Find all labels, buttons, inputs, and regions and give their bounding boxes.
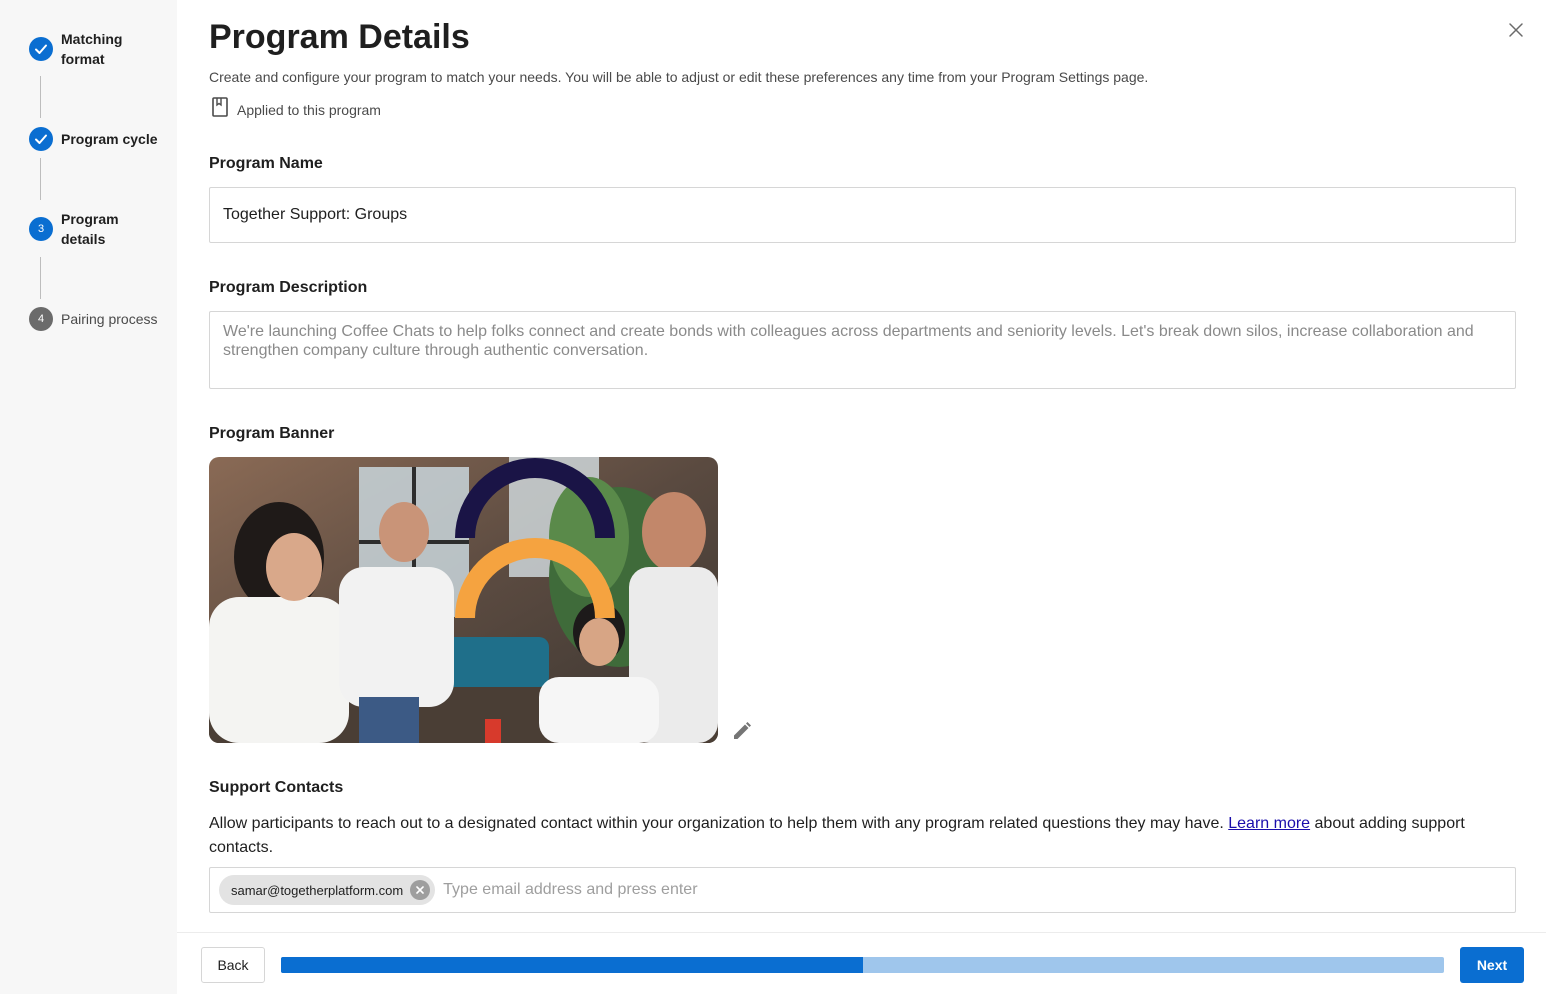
step-connector xyxy=(40,76,41,118)
email-chip-label: samar@togetherplatform.com xyxy=(231,882,404,898)
email-input[interactable] xyxy=(443,881,1044,899)
support-contacts-label: Support Contacts xyxy=(209,779,344,796)
email-chip: samar@togetherplatform.com xyxy=(219,875,436,905)
stepper-sidebar: Matching format Program cycle 3 Program … xyxy=(0,0,177,994)
program-description-label: Program Description xyxy=(209,279,368,296)
step-label: Program cycle xyxy=(61,131,158,147)
step-label: Program details xyxy=(61,211,119,247)
step-connector xyxy=(40,158,41,200)
checkmark-icon xyxy=(29,127,53,151)
step-program-details[interactable]: 3 Program details xyxy=(29,209,131,249)
step-number: 3 xyxy=(29,217,53,241)
step-matching-format[interactable]: Matching format xyxy=(29,29,161,69)
bookmark-icon xyxy=(211,96,229,123)
support-desc-text: Allow participants to reach out to a des… xyxy=(209,815,1229,832)
close-icon[interactable] xyxy=(1506,20,1526,40)
program-banner-label: Program Banner xyxy=(209,425,335,442)
step-pairing-process[interactable]: 4 Pairing process xyxy=(29,307,181,331)
back-button[interactable]: Back xyxy=(201,947,265,983)
step-label: Matching format xyxy=(61,31,123,67)
step-connector xyxy=(40,257,41,299)
program-name-input[interactable] xyxy=(209,187,1516,243)
next-button[interactable]: Next xyxy=(1460,947,1524,983)
pencil-icon[interactable] xyxy=(731,720,753,742)
support-contacts-field[interactable]: samar@togetherplatform.com xyxy=(209,867,1516,913)
support-contacts-description: Allow participants to reach out to a des… xyxy=(209,812,1516,860)
progress-fill xyxy=(281,957,863,973)
progress-bar xyxy=(281,957,1444,973)
checkmark-icon xyxy=(29,37,53,61)
applied-text: Applied to this program xyxy=(237,101,381,118)
program-name-label: Program Name xyxy=(209,155,323,172)
program-banner-image[interactable] xyxy=(209,457,718,743)
program-description-input[interactable]: We're launching Coffee Chats to help fol… xyxy=(209,311,1516,389)
step-program-cycle[interactable]: Program cycle xyxy=(29,127,161,151)
page-subtitle: Create and configure your program to mat… xyxy=(209,69,1149,85)
remove-chip-icon[interactable] xyxy=(410,880,431,900)
step-label: Pairing process xyxy=(61,311,158,327)
page-title: Program Details xyxy=(209,18,470,56)
step-number: 4 xyxy=(29,307,53,331)
applied-note: Applied to this program xyxy=(211,96,381,123)
learn-more-link[interactable]: Learn more xyxy=(1228,815,1310,832)
